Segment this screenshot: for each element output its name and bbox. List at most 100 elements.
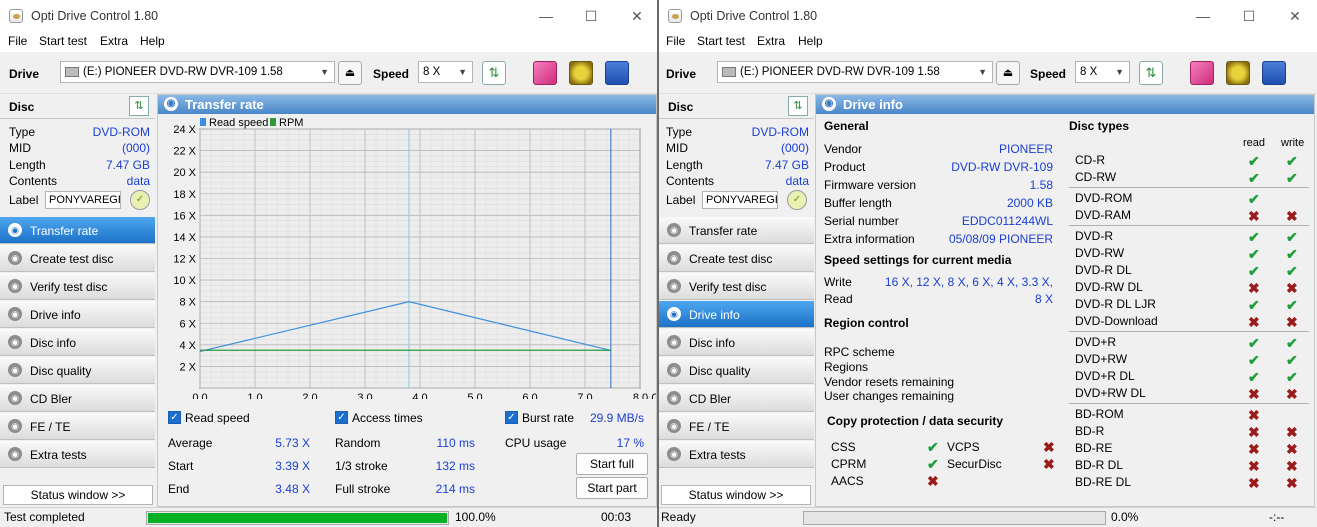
menu-start-test[interactable]: Start test bbox=[697, 34, 745, 48]
eraser-icon[interactable] bbox=[533, 61, 557, 85]
app-icon bbox=[9, 9, 23, 23]
disc-label-field[interactable]: PONYVAREGEN bbox=[702, 191, 778, 209]
full-stroke-label: Full stroke bbox=[335, 482, 391, 496]
disc-panel-header: Disc ⇅ bbox=[0, 94, 155, 119]
close-button[interactable]: ✕ bbox=[1285, 6, 1305, 26]
disc-label-field[interactable]: PONYVAREGEN bbox=[45, 191, 121, 209]
nav-verify-test-disc[interactable]: ◉ Verify test disc bbox=[659, 273, 814, 300]
settings-icon[interactable] bbox=[1226, 61, 1250, 85]
menu-file[interactable]: File bbox=[8, 34, 27, 48]
nav-cd-bler[interactable]: ◉ CD Bler bbox=[659, 385, 814, 412]
burst-rate-value: 29.9 MB/s bbox=[589, 411, 644, 425]
nav-extra-tests[interactable]: ◉ Extra tests bbox=[659, 441, 814, 468]
nav-fe-te[interactable]: ◉ FE / TE bbox=[659, 413, 814, 440]
nav-verify-test-disc[interactable]: ◉ Verify test disc bbox=[0, 273, 155, 300]
access-times-checkbox[interactable]: ✓ bbox=[335, 411, 348, 424]
maximize-button[interactable]: ☐ bbox=[581, 6, 601, 26]
menu-help[interactable]: Help bbox=[140, 34, 165, 48]
nav-drive-info[interactable]: ◉ Drive info bbox=[0, 301, 155, 328]
maximize-button[interactable]: ☐ bbox=[1239, 6, 1259, 26]
length-value: 7.47 GB bbox=[105, 158, 150, 172]
panel-header: ◉ Transfer rate bbox=[158, 95, 656, 114]
nav-icon: ◉ bbox=[667, 223, 681, 237]
access-times-check-label: Access times bbox=[352, 411, 423, 425]
end-value: 3.48 X bbox=[275, 482, 310, 496]
label-label: Label bbox=[9, 193, 39, 207]
progress-label: 0.0% bbox=[1111, 510, 1139, 524]
transfer-rate-window: Opti Drive Control 1.80 — ☐ ✕ File Start… bbox=[0, 0, 657, 527]
nav-transfer-rate[interactable]: ◉ Transfer rate bbox=[659, 217, 814, 244]
nav-icon: ◉ bbox=[8, 363, 22, 377]
drive-select[interactable]: (E:) PIONEER DVD-RW DVR-109 1.58 ▼ bbox=[717, 61, 993, 83]
disc-panel-header: Disc ⇅ bbox=[659, 94, 814, 119]
contents-value: data bbox=[785, 174, 809, 188]
nav-extra-tests[interactable]: ◉ Extra tests bbox=[0, 441, 155, 468]
y-tick-label: 18 X bbox=[173, 189, 196, 201]
close-button[interactable]: ✕ bbox=[627, 6, 647, 26]
nav-disc-info[interactable]: ◉ Disc info bbox=[659, 329, 814, 356]
label-edit-icon[interactable]: ✓ bbox=[787, 190, 807, 210]
start-part-button[interactable]: Start part bbox=[576, 477, 648, 499]
save-icon[interactable] bbox=[605, 61, 629, 85]
x-tick-label: 8.0 GB bbox=[633, 392, 656, 399]
nav-label: Transfer rate bbox=[689, 224, 758, 238]
refresh-icon[interactable]: ⇅ bbox=[482, 61, 506, 85]
status-window-button[interactable]: Status window >> bbox=[3, 485, 153, 505]
nav-fe-te[interactable]: ◉ FE / TE bbox=[0, 413, 155, 440]
y-tick-label: 8 X bbox=[179, 297, 196, 309]
nav-drive-info[interactable]: ◉ Drive info bbox=[659, 301, 814, 328]
refresh-icon[interactable]: ⇅ bbox=[1139, 61, 1163, 85]
nav-icon: ◉ bbox=[8, 335, 22, 349]
nav-label: Verify test disc bbox=[689, 280, 767, 294]
nav-label: Transfer rate bbox=[30, 224, 99, 238]
speed-select[interactable]: 8 X ▼ bbox=[418, 61, 473, 83]
legend-swatch bbox=[270, 118, 276, 126]
menu-start-test[interactable]: Start test bbox=[39, 34, 87, 48]
x-tick-label: 5.0 bbox=[467, 392, 482, 399]
third-stroke-value: 132 ms bbox=[435, 459, 475, 473]
start-full-button[interactable]: Start full bbox=[576, 453, 648, 475]
menu-extra[interactable]: Extra bbox=[100, 34, 128, 48]
x-tick-label: 1.0 bbox=[247, 392, 262, 399]
window-title: Opti Drive Control 1.80 bbox=[31, 9, 159, 23]
read-speed-checkbox[interactable]: ✓ bbox=[168, 411, 181, 424]
menu-extra[interactable]: Extra bbox=[757, 34, 785, 48]
menu-file[interactable]: File bbox=[666, 34, 685, 48]
nav-label: Drive info bbox=[30, 308, 81, 322]
y-tick-label: 16 X bbox=[173, 210, 196, 222]
speed-select[interactable]: 8 X ▼ bbox=[1075, 61, 1130, 83]
nav-create-test-disc[interactable]: ◉ Create test disc bbox=[0, 245, 155, 272]
menu-bar: File Start test Extra Help bbox=[659, 32, 1317, 52]
menu-help[interactable]: Help bbox=[798, 34, 823, 48]
nav-cd-bler[interactable]: ◉ CD Bler bbox=[0, 385, 155, 412]
left-panel: Disc ⇅ Type DVD-ROM MID (000) Length 7.4… bbox=[659, 94, 814, 507]
nav-disc-info[interactable]: ◉ Disc info bbox=[0, 329, 155, 356]
nav-disc-quality[interactable]: ◉ Disc quality bbox=[0, 357, 155, 384]
y-tick-label: 22 X bbox=[173, 146, 196, 158]
minimize-button[interactable]: — bbox=[1193, 6, 1213, 26]
length-label: Length bbox=[9, 158, 46, 172]
minimize-button[interactable]: — bbox=[536, 6, 556, 26]
transfer-rate-chart: 2 X 4 X 6 X 8 X 10 X 12 X 14 X 16 X 18 X 20 X 22 X… bbox=[173, 117, 656, 399]
panel-title: Drive info bbox=[843, 97, 903, 112]
eject-button[interactable]: ⏏ bbox=[996, 61, 1020, 85]
refresh-icon[interactable]: ⇅ bbox=[129, 96, 149, 116]
status-window-button[interactable]: Status window >> bbox=[661, 485, 811, 505]
transfer-rate-panel: ◉ Transfer rate 2 X 4 X 6 X 8 X 10 X 12 X 14 X… bbox=[157, 94, 657, 507]
label-edit-icon[interactable]: ✓ bbox=[130, 190, 150, 210]
nav-icon: ◉ bbox=[667, 447, 681, 461]
save-icon[interactable] bbox=[1262, 61, 1286, 85]
refresh-icon[interactable]: ⇅ bbox=[788, 96, 808, 116]
nav-transfer-rate[interactable]: ◉ Transfer rate bbox=[0, 217, 155, 244]
nav-create-test-disc[interactable]: ◉ Create test disc bbox=[659, 245, 814, 272]
drive-select[interactable]: (E:) PIONEER DVD-RW DVR-109 1.58 ▼ bbox=[60, 61, 335, 83]
length-label: Length bbox=[666, 158, 703, 172]
eject-button[interactable]: ⏏ bbox=[338, 61, 362, 85]
eraser-icon[interactable] bbox=[1190, 61, 1214, 85]
nav-label: CD Bler bbox=[30, 392, 73, 406]
nav-disc-quality[interactable]: ◉ Disc quality bbox=[659, 357, 814, 384]
settings-icon[interactable] bbox=[569, 61, 593, 85]
burst-rate-checkbox[interactable]: ✓ bbox=[505, 411, 518, 424]
nav-icon: ◉ bbox=[667, 391, 681, 405]
drive-label: Drive bbox=[666, 67, 697, 81]
